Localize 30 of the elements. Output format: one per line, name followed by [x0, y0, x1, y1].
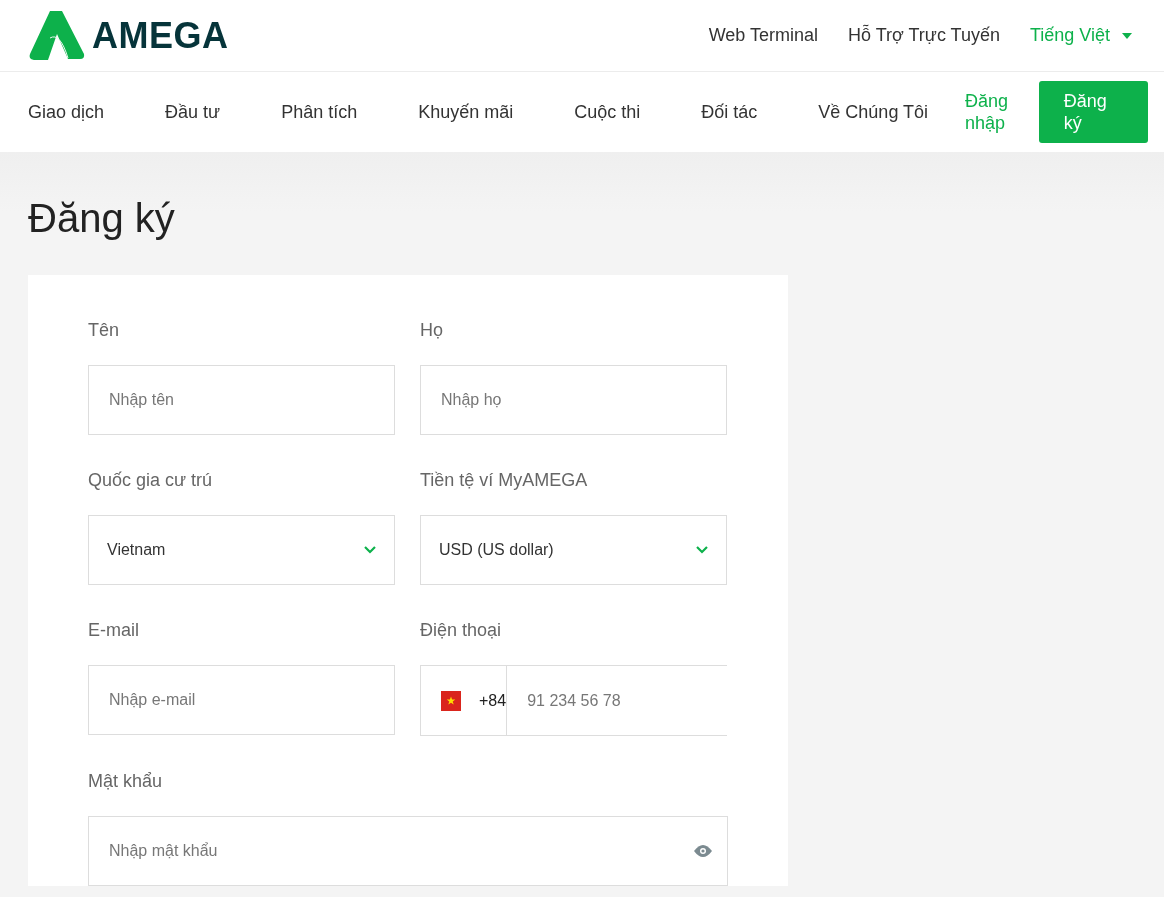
chevron-icon — [696, 546, 708, 554]
field-label: Quốc gia cư trú — [88, 469, 214, 491]
nav-item[interactable]: Phân tích — [281, 101, 358, 123]
field-label: Mật khẩu — [88, 770, 164, 792]
input-field[interactable]: Nhập họ — [420, 365, 727, 435]
top-link[interactable]: Hỗ Trợ Trực Tuyến — [848, 25, 1000, 46]
nav-item[interactable]: Khuyến mãi — [418, 101, 514, 123]
flag-icon — [441, 690, 461, 711]
dropdown-field[interactable]: Vietnam — [88, 515, 395, 585]
nav-item[interactable]: Đầu tư — [165, 101, 221, 123]
nav-item[interactable]: Đối tác — [701, 101, 758, 123]
field-label: Tiền tệ ví MyAMEGA — [420, 469, 589, 491]
chevron-icon — [364, 546, 376, 554]
nav-item[interactable]: Về Chúng Tôi — [818, 101, 929, 123]
password-field[interactable]: Nhập mật khẩu — [88, 816, 728, 886]
field-label: Tên — [88, 319, 121, 341]
logo[interactable]: AMEGA — [28, 9, 229, 62]
input-field[interactable]: Nhập e-mail — [88, 665, 395, 735]
top-link[interactable]: Web Terminal — [708, 25, 819, 46]
field-label: Điện thoại — [420, 619, 503, 641]
caret-icon — [1122, 32, 1132, 39]
dropdown-field[interactable]: USD (US dollar) — [420, 515, 727, 585]
logo-icon — [28, 9, 86, 62]
eye-icon[interactable] — [694, 845, 712, 857]
field-label: Họ — [420, 319, 444, 341]
nav-item[interactable]: Cuộc thi — [574, 101, 641, 123]
field-label: E-mail — [88, 619, 140, 641]
input-field[interactable]: Nhập tên — [88, 365, 395, 435]
nav-item[interactable]: Giao dịch — [28, 101, 105, 123]
page-title: Đăng ký — [28, 196, 176, 241]
